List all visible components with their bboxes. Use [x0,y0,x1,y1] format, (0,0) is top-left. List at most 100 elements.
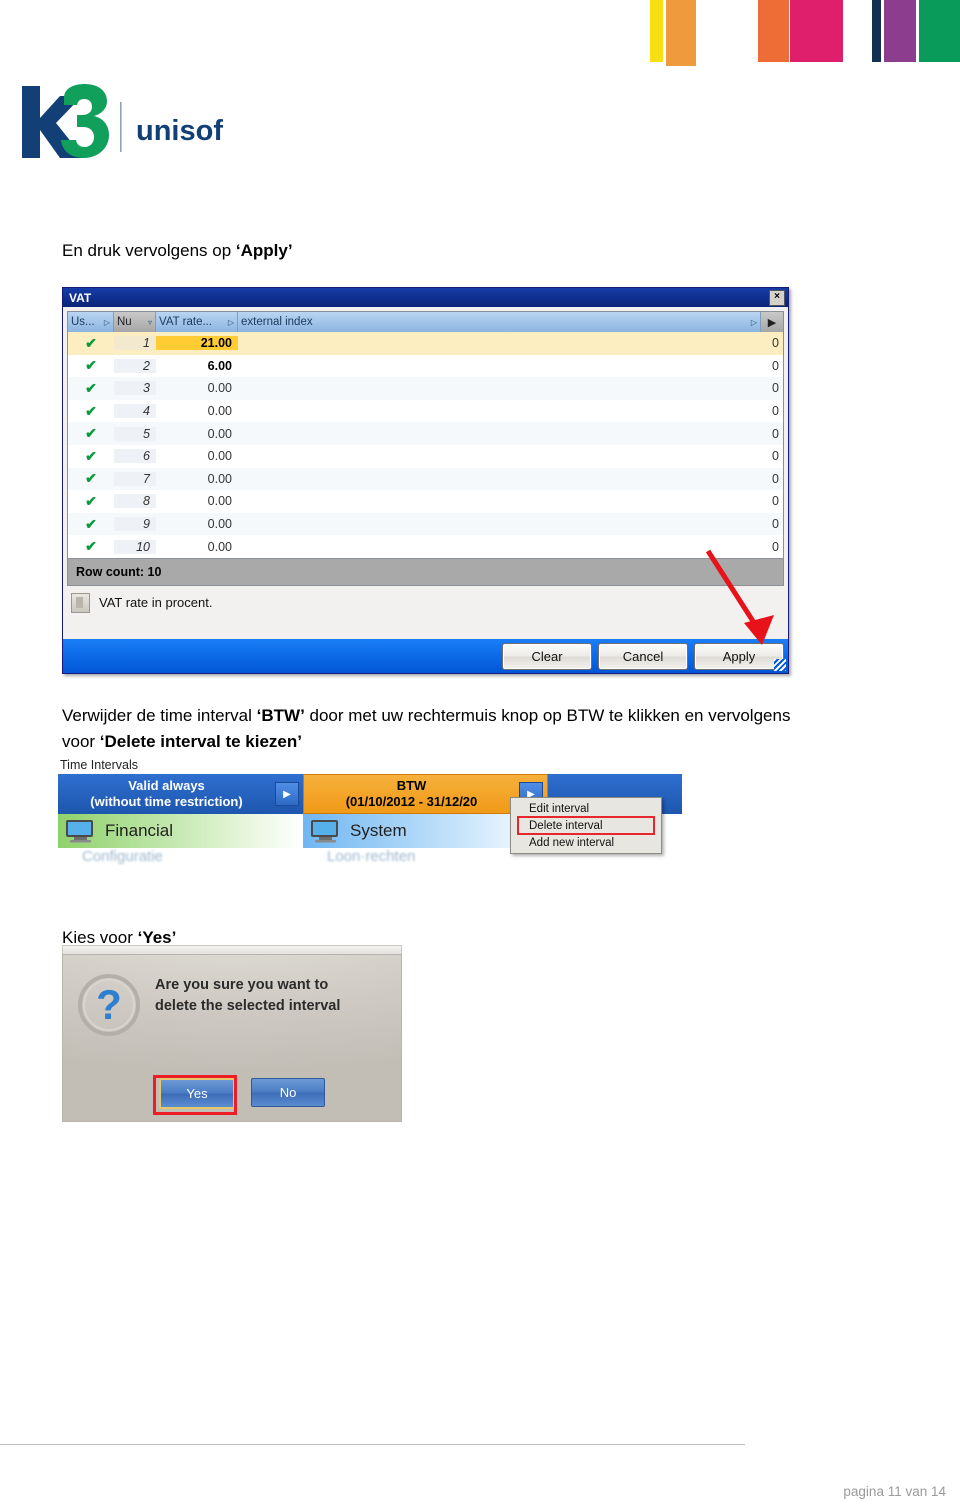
filter-triangle-icon[interactable]: ▷ [747,318,757,327]
row-vat-rate[interactable]: 0.00 [156,404,238,418]
table-row[interactable]: ✔ 8 0.00 0 [68,490,783,513]
row-number: 2 [114,358,156,373]
info-icon [71,592,90,613]
btw-line2: (01/10/2012 - 31/12/20 [345,794,478,809]
table-row[interactable]: ✔ 10 0.00 0 [68,535,783,558]
module-financial-sub[interactable]: Configuratie [58,848,303,868]
table-row[interactable]: ✔ 6 0.00 0 [68,445,783,468]
row-vat-rate[interactable]: 0.00 [156,449,238,463]
color-bar-orange-light [666,0,696,66]
monitor-icon [64,819,98,843]
sort-arrow-icon[interactable]: ▿ [144,318,152,327]
close-icon[interactable]: × [769,290,785,306]
row-enabled-check-icon[interactable]: ✔ [68,335,114,352]
vat-dialog-title: VAT [69,290,92,305]
row-enabled-check-icon[interactable]: ✔ [68,357,114,374]
clear-button[interactable]: Clear [502,642,592,670]
row-vat-rate[interactable]: 0.00 [156,540,238,554]
table-row[interactable]: ✔ 9 0.00 0 [68,512,783,536]
row-external-index: 0 [772,449,779,464]
vat-button-bar: Clear Cancel Apply [63,639,788,673]
row-enabled-check-icon[interactable]: ✔ [68,403,114,420]
context-menu-item-edit-interval[interactable]: Edit interval [511,800,661,817]
row-vat-rate[interactable]: 21.00 [156,336,238,351]
row-vat-rate[interactable]: 0.00 [156,472,238,486]
color-bar-yellow [650,0,663,62]
vat-dialog-titlebar: VAT × [63,288,788,307]
row-vat-rate[interactable]: 0.00 [156,381,238,395]
resize-grip[interactable] [774,659,786,671]
interval-tab-btw-label: BTW (01/10/2012 - 31/12/20 [304,778,519,810]
step2-line2-a: voor [62,732,100,751]
step2-line2-b: ‘Delete interval te kiezen’ [99,732,302,751]
row-enabled-check-icon[interactable]: ✔ [68,470,114,487]
row-number: 4 [114,404,156,419]
vat-hint-text: VAT rate in procent. [99,595,213,611]
interval-tab-valid-always[interactable]: Valid always (without time restriction) … [58,774,303,814]
column-header-use[interactable]: Us... ▷ [68,312,114,332]
step1-prefix: En druk vervolgens op [62,241,236,260]
row-vat-rate[interactable]: 6.00 [156,359,238,373]
cancel-button[interactable]: Cancel [598,642,688,670]
module-system-label: System [350,821,407,840]
row-enabled-check-icon[interactable]: ✔ [68,380,114,397]
row-enabled-check-icon[interactable]: ✔ [68,538,114,555]
row-enabled-check-icon[interactable]: ✔ [68,493,114,510]
row-vat-rate[interactable]: 0.00 [156,494,238,508]
color-bar-navy [872,0,881,62]
row-enabled-check-icon[interactable]: ✔ [68,448,114,465]
row-number: 9 [114,517,156,532]
no-button[interactable]: No [251,1078,325,1107]
confirm-dialog: ? Are you sure you want to delete the se… [62,954,402,1122]
row-external-index: 0 [772,471,779,486]
interval-tab-valid-always-label: Valid always (without time restriction) [58,778,275,810]
vat-hint-bar: VAT rate in procent. [63,585,788,620]
row-external-index: 0 [772,381,779,396]
apply-button[interactable]: Apply [694,642,784,670]
color-bar-purple [884,0,916,62]
table-row[interactable]: ✔ 7 0.00 0 [68,467,783,491]
module-financial[interactable]: Financial [58,814,303,848]
step2-line1-a: Verwijder de time interval [62,706,257,725]
row-external-index: 0 [772,426,779,441]
module-system-sub-label: Loon·rechten [327,848,416,865]
column-header-nu[interactable]: Nu ▿ [114,312,156,332]
context-menu-item-add-new-interval[interactable]: Add new interval [511,834,661,851]
k3-mark [22,84,109,158]
row-vat-rate[interactable]: 0.00 [156,517,238,531]
table-row[interactable]: ✔ 4 0.00 0 [68,400,783,423]
row-external-index: 0 [772,539,779,554]
column-header-nu-label: Nu [117,316,132,328]
step2-line1-c: door met uw rechtermuis knop op BTW te k… [304,706,791,725]
table-row[interactable]: ✔ 3 0.00 0 [68,377,783,400]
row-number: 1 [114,336,156,351]
row-number: 10 [114,539,156,554]
table-row[interactable]: ✔ 5 0.00 0 [68,422,783,445]
valid-always-line2: (without time restriction) [90,794,243,809]
table-row[interactable]: ✔ 2 6.00 0 [68,355,783,378]
row-number: 3 [114,381,156,396]
filter-triangle-icon[interactable]: ▷ [100,318,110,327]
confirm-dialog-screenshot: ? Are you sure you want to delete the se… [62,945,402,1123]
row-enabled-check-icon[interactable]: ✔ [68,516,114,533]
row-external-index: 0 [772,358,779,373]
table-row[interactable]: ✔ 1 21.00 0 [68,332,783,355]
row-vat-rate[interactable]: 0.00 [156,427,238,441]
instruction-step-1: En druk vervolgens op ‘Apply’ [62,238,293,264]
btw-line1: BTW [396,778,427,793]
play-triangle-icon: ▶ [767,316,777,329]
vat-row-count: Row count: 10 [67,558,784,586]
vat-dialog-window: VAT × Us... ▷ Nu ▿ VAT rate... ▷ external i… [62,287,789,674]
logo-wordmark: unisoft [136,115,223,147]
column-header-rate[interactable]: VAT rate... ▷ [156,312,238,332]
row-enabled-check-icon[interactable]: ✔ [68,425,114,442]
confirm-dialog-titlebar-sliver [62,945,402,954]
play-triangle-icon[interactable]: ▶ [275,782,299,806]
color-bar-orange-dark [758,0,789,62]
filter-triangle-icon[interactable]: ▷ [224,318,234,327]
column-header-use-label: Us... [71,316,95,328]
grid-menu-button[interactable]: ▶ [761,312,783,332]
delete-interval-highlight-box [517,816,655,835]
column-header-external-index[interactable]: external index ▷ [238,312,761,332]
k3-unisoft-logo: unisoft [8,82,223,164]
